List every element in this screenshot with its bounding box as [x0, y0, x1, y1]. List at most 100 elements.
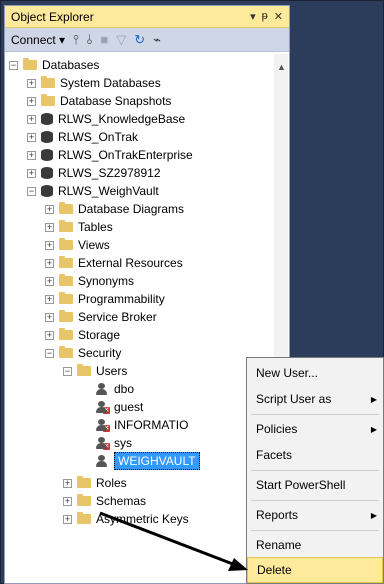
tree-item-service-broker[interactable]: + Service Broker [45, 308, 157, 326]
expand-icon[interactable]: + [27, 96, 36, 106]
folder-icon [59, 202, 73, 214]
disabled-user-icon: ✕ [95, 419, 110, 432]
menu-item-facets[interactable]: Facets [247, 442, 383, 468]
connect-icon[interactable]: ⫯ [73, 33, 79, 46]
folder-icon [59, 346, 73, 358]
expand-icon[interactable]: + [45, 312, 54, 322]
refresh-icon[interactable]: ↻ [134, 33, 145, 46]
expand-icon[interactable]: + [27, 168, 36, 178]
folder-icon [77, 364, 91, 376]
expand-icon[interactable]: + [27, 78, 36, 88]
filter-icon[interactable]: ▽ [116, 33, 126, 46]
menu-separator [251, 470, 379, 471]
tree-item-roles[interactable]: + Roles [63, 474, 127, 492]
folder-icon [59, 238, 73, 250]
tree-item-asymmetric-keys[interactable]: + Asymmetric Keys [63, 510, 189, 528]
user-icon [95, 383, 109, 395]
expand-icon[interactable]: + [45, 240, 54, 250]
folder-icon [41, 94, 55, 106]
expand-icon[interactable]: + [27, 114, 36, 124]
tree-item-security[interactable]: − Security [45, 344, 121, 362]
tree-item-user[interactable]: ✕ INFORMATIO [95, 416, 188, 434]
menu-item-delete[interactable]: Delete [247, 557, 383, 583]
menu-item-start-powershell[interactable]: Start PowerShell [247, 472, 383, 498]
expand-icon[interactable]: + [45, 330, 54, 340]
folder-icon [23, 58, 37, 70]
database-icon [41, 167, 53, 179]
expand-icon[interactable]: + [45, 204, 54, 214]
expand-icon[interactable]: + [45, 294, 54, 304]
expand-icon[interactable]: + [45, 258, 54, 268]
folder-icon [77, 476, 91, 488]
tree-item-database[interactable]: + RLWS_KnowledgeBase [27, 110, 185, 128]
tree-item-programmability[interactable]: + Programmability [45, 290, 165, 308]
database-icon [41, 149, 53, 161]
collapse-icon[interactable]: − [9, 60, 18, 70]
folder-icon [59, 292, 73, 304]
tree-item-users[interactable]: − Users [63, 362, 127, 380]
tree-item-synonyms[interactable]: + Synonyms [45, 272, 134, 290]
tree-item-storage[interactable]: + Storage [45, 326, 120, 344]
menu-separator [251, 414, 379, 415]
tree-item-tables[interactable]: + Tables [45, 218, 113, 236]
folder-icon [77, 494, 91, 506]
submenu-arrow-icon: ▶ [370, 394, 377, 404]
tree-item-schemas[interactable]: + Schemas [63, 492, 146, 510]
menu-item-reports[interactable]: Reports ▶ [247, 502, 383, 528]
tree-item-database[interactable]: + RLWS_OnTrak [27, 128, 138, 146]
pin-icon[interactable]: ᵽ [262, 10, 268, 23]
submenu-arrow-icon: ▶ [370, 510, 377, 520]
folder-icon [59, 328, 73, 340]
menu-item-policies[interactable]: Policies ▶ [247, 416, 383, 442]
expand-icon[interactable]: + [27, 132, 36, 142]
collapse-icon[interactable]: − [27, 186, 36, 196]
pin-dropdown-icon[interactable]: ▾ [250, 10, 256, 23]
stop-icon[interactable]: ■ [100, 33, 108, 46]
folder-icon [59, 310, 73, 322]
folder-icon [59, 256, 73, 268]
database-icon [41, 185, 53, 197]
menu-separator [251, 500, 379, 501]
disconnect-icon[interactable]: ⫰ [87, 33, 93, 46]
tree-item-database[interactable]: + RLWS_SZ2978912 [27, 164, 161, 182]
close-icon[interactable]: ✕ [274, 10, 283, 23]
object-explorer-toolbar: Connect ▾ ⫯ ⫰ ■ ▽ ↻ ⌁ [5, 28, 289, 52]
menu-item-script-user-as[interactable]: Script User as ▶ [247, 386, 383, 412]
tree-item-views[interactable]: + Views [45, 236, 110, 254]
menu-item-new-user[interactable]: New User... [247, 360, 383, 386]
expand-icon[interactable]: + [45, 276, 54, 286]
menu-item-rename[interactable]: Rename [247, 532, 383, 558]
expand-icon[interactable]: + [63, 496, 72, 506]
connect-button[interactable]: Connect ▾ [11, 33, 65, 47]
tree-item-user[interactable]: ✕ guest [95, 398, 143, 416]
folder-icon [77, 512, 91, 524]
activity-icon[interactable]: ⌁ [153, 33, 161, 46]
tree-item-databases[interactable]: − Databases [9, 56, 99, 74]
tree-item-database-diagrams[interactable]: + Database Diagrams [45, 200, 184, 218]
disabled-user-icon: ✕ [95, 401, 110, 414]
expand-icon[interactable]: + [45, 222, 54, 232]
submenu-arrow-icon: ▶ [370, 424, 377, 434]
collapse-icon[interactable]: − [45, 348, 54, 358]
panel-title: Object Explorer [11, 9, 94, 24]
tree-item-user[interactable]: dbo [95, 380, 134, 398]
tree-item-user[interactable]: ✕ sys [95, 434, 132, 452]
tree-item-system-databases[interactable]: + System Databases [27, 74, 161, 92]
folder-icon [41, 76, 55, 88]
object-explorer-titlebar: Object Explorer ▾ ᵽ ✕ [5, 6, 289, 28]
scroll-up-icon[interactable]: ▲ [277, 62, 286, 72]
expand-icon[interactable]: + [63, 514, 72, 524]
tree-item-external-resources[interactable]: + External Resources [45, 254, 183, 272]
database-icon [41, 131, 53, 143]
tree-item-database-snapshots[interactable]: + Database Snapshots [27, 92, 171, 110]
tree-item-database[interactable]: + RLWS_OnTrakEnterprise [27, 146, 193, 164]
expand-icon[interactable]: + [27, 150, 36, 160]
menu-separator [251, 530, 379, 531]
disabled-user-icon: ✕ [95, 437, 110, 450]
expand-icon[interactable]: + [63, 478, 72, 488]
tree-item-user-selected[interactable]: WEIGHVAULT [95, 452, 200, 470]
collapse-icon[interactable]: − [63, 366, 72, 376]
tree-item-database[interactable]: − RLWS_WeighVault [27, 182, 159, 200]
folder-icon [59, 220, 73, 232]
user-icon [95, 455, 109, 467]
